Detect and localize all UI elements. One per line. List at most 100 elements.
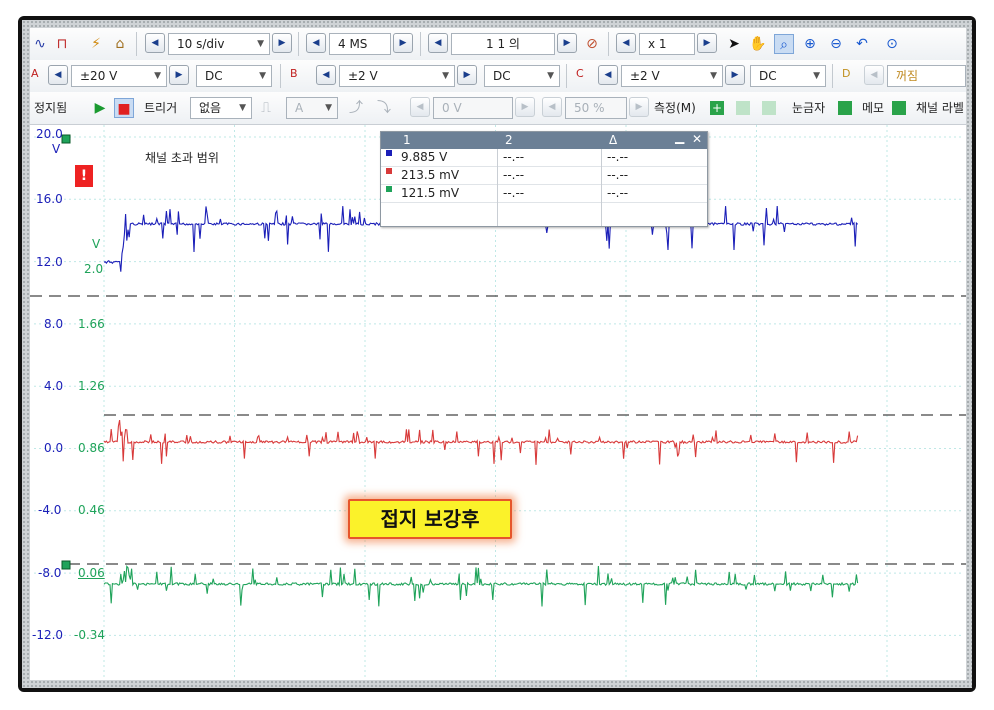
samples-prev-button[interactable]: ◀ [306, 33, 326, 53]
channel-b-range-next-button[interactable]: ▶ [457, 65, 477, 85]
measurement-c-v1: 121.5 mV [401, 186, 460, 200]
toolbar-channels: A ◀ ±20 V ▼ ▶ DC ▼ B ◀ ±2 V ▼ ▶ DC ▼ C ◀ ±2 … [30, 60, 966, 93]
channel-b-trace [103, 419, 859, 465]
auto-setup-icon[interactable]: ⚡ [86, 34, 106, 54]
zoom-field[interactable]: x 1 [639, 33, 695, 55]
zoom-select-icon[interactable]: ⌕ [774, 34, 794, 54]
measurement-header[interactable]: 1 2 Δ ▁ ✕ [381, 130, 707, 149]
overrange-warning-icon[interactable]: ! [75, 165, 93, 187]
trigger-level-prev-button[interactable]: ◀ [410, 97, 430, 117]
capture-prev-button[interactable]: ◀ [428, 33, 448, 53]
run-icon[interactable]: ▶ [90, 98, 110, 118]
pretrigger-next-button[interactable]: ▶ [629, 97, 649, 117]
axis-a-tick-neg8: -8.0 [38, 566, 62, 580]
channel-a-coupling-select[interactable]: DC ▼ [196, 65, 272, 87]
channel-a-tag: A [31, 67, 39, 80]
capture-next-button[interactable]: ▶ [557, 33, 577, 53]
zoom-next-button[interactable]: ▶ [697, 33, 717, 53]
channel-c-range-prev-button[interactable]: ◀ [598, 65, 618, 85]
axis-a-tick-4: 4.0 [44, 379, 64, 393]
pretrigger-prev-button[interactable]: ◀ [542, 97, 562, 117]
channel-a-swatch [386, 150, 392, 156]
channel-d-range-prev-button[interactable]: ◀ [864, 65, 884, 85]
undo-zoom-icon[interactable]: ↶ [852, 34, 872, 54]
axis-a-tick-16: 16.0 [36, 192, 63, 206]
axis-c-tick-006: 0.06 [78, 566, 105, 580]
channel-b-coupling-select[interactable]: DC ▼ [484, 65, 560, 87]
capture-index-field[interactable]: 1 1 의 [451, 33, 555, 55]
trigger-level-next-button[interactable]: ▶ [515, 97, 535, 117]
trigger-source-select[interactable]: A ▼ [286, 97, 338, 119]
channel-a-range-next-button[interactable]: ▶ [169, 65, 189, 85]
trigger-level-field[interactable]: 0 V [433, 97, 513, 119]
measurement-b-delta: --.-- [607, 168, 629, 182]
trigger-falling-icon[interactable]: ⤵ [374, 98, 394, 118]
channel-b-swatch [386, 168, 392, 174]
pointer-icon[interactable]: ➤ [724, 34, 744, 54]
axis-c-tick-046: 0.46 [78, 503, 105, 517]
channel-c-offset-marker [61, 560, 71, 570]
compass-icon[interactable]: ⊘ [582, 34, 602, 54]
axis-a-tick-12: 12.0 [36, 255, 63, 269]
stop-status-label: 정지됨 [34, 101, 68, 115]
axis-c-tick-neg034: -0.34 [74, 628, 106, 642]
channel-c-coupling-select[interactable]: DC ▼ [750, 65, 826, 87]
channel-a-range-select[interactable]: ±20 V ▼ [71, 65, 167, 87]
channel-c-range-select[interactable]: ±2 V ▼ [621, 65, 723, 87]
channel-b-range-prev-button[interactable]: ◀ [316, 65, 336, 85]
channel-b-range-select[interactable]: ±2 V ▼ [339, 65, 455, 87]
persistence-mode-icon[interactable]: ⊓ [52, 34, 72, 54]
axis-a-tick-neg4: -4.0 [38, 503, 62, 517]
zoom-prev-button[interactable]: ◀ [616, 33, 636, 53]
add-measurement-icon[interactable]: + [710, 101, 724, 115]
samples-next-button[interactable]: ▶ [393, 33, 413, 53]
measurement-row: 121.5 mV --.-- --.-- [381, 185, 707, 203]
channel-c-tag: C [576, 67, 584, 80]
measurement-c-v2: --.-- [503, 186, 525, 200]
annotation-callout: 접지 보강후 [348, 499, 512, 539]
delete-measurement-icon[interactable] [762, 101, 776, 115]
trigger-mode-select[interactable]: 없음 ▼ [190, 97, 252, 119]
channel-a-range-prev-button[interactable]: ◀ [48, 65, 68, 85]
memo-toggle-icon[interactable] [892, 101, 906, 115]
measurement-row: 213.5 mV --.-- --.-- [381, 167, 707, 185]
measurement-col-delta: Δ [609, 133, 618, 147]
measurement-panel[interactable]: 1 2 Δ ▁ ✕ 9.885 V --.-- --.-- 213.5 mV -… [380, 130, 708, 227]
stop-icon[interactable]: ■ [114, 98, 134, 118]
ruler-toggle-icon[interactable] [838, 101, 852, 115]
trigger-edge-icon[interactable]: ⎍ [256, 98, 276, 118]
minimize-icon[interactable]: ▁ [675, 130, 684, 144]
channel-c-trace [103, 565, 859, 607]
channel-c-swatch [386, 186, 392, 192]
measure-label[interactable]: 측정(M) [654, 99, 696, 116]
measurement-b-v2: --.-- [503, 168, 525, 182]
measurement-b-v1: 213.5 mV [401, 168, 460, 182]
channel-b-tag: B [290, 67, 298, 80]
axis-c-tick-166: 1.66 [78, 317, 105, 331]
edit-measurement-icon[interactable] [736, 101, 750, 115]
timebase-next-button[interactable]: ▶ [272, 33, 292, 53]
timebase-prev-button[interactable]: ◀ [145, 33, 165, 53]
scope-mode-icon[interactable]: ∿ [30, 34, 50, 54]
overrange-warning-text: 채널 초과 범위 [145, 151, 219, 165]
channel-c-range-next-button[interactable]: ▶ [725, 65, 745, 85]
pretrigger-field[interactable]: 50 % [565, 97, 627, 119]
channel-d-range-select[interactable]: 꺼짐 [887, 65, 966, 87]
measurement-col-1: 1 [403, 133, 411, 147]
hand-icon[interactable]: ✋ [748, 34, 768, 54]
close-icon[interactable]: ✕ [692, 132, 702, 146]
trigger-rising-icon[interactable]: ⤴ [346, 98, 366, 118]
zoom-in-icon[interactable]: ⊕ [800, 34, 820, 54]
samples-select[interactable]: 4 MS [329, 33, 391, 55]
chevron-down-icon: ▼ [257, 39, 264, 49]
axis-a-tick-8: 8.0 [44, 317, 64, 331]
axis-a-tick-20: 20.0 [36, 127, 63, 141]
ruler-label: 눈금자 [792, 101, 826, 115]
zoom-out-icon[interactable]: ⊖ [826, 34, 846, 54]
timebase-select[interactable]: 10 s/div ▼ [168, 33, 270, 55]
memo-label: 메모 [862, 101, 885, 115]
zoom-fit-icon[interactable]: ⊙ [882, 34, 902, 54]
scope-window: ∿ ⊓ ⚡ ⌂ ◀ 10 s/div ▼ ▶ ◀ 4 MS ▶ ◀ 1 1 의 ▶… [30, 28, 966, 680]
axis-c-unit: V [92, 237, 101, 251]
home-icon[interactable]: ⌂ [110, 34, 130, 54]
